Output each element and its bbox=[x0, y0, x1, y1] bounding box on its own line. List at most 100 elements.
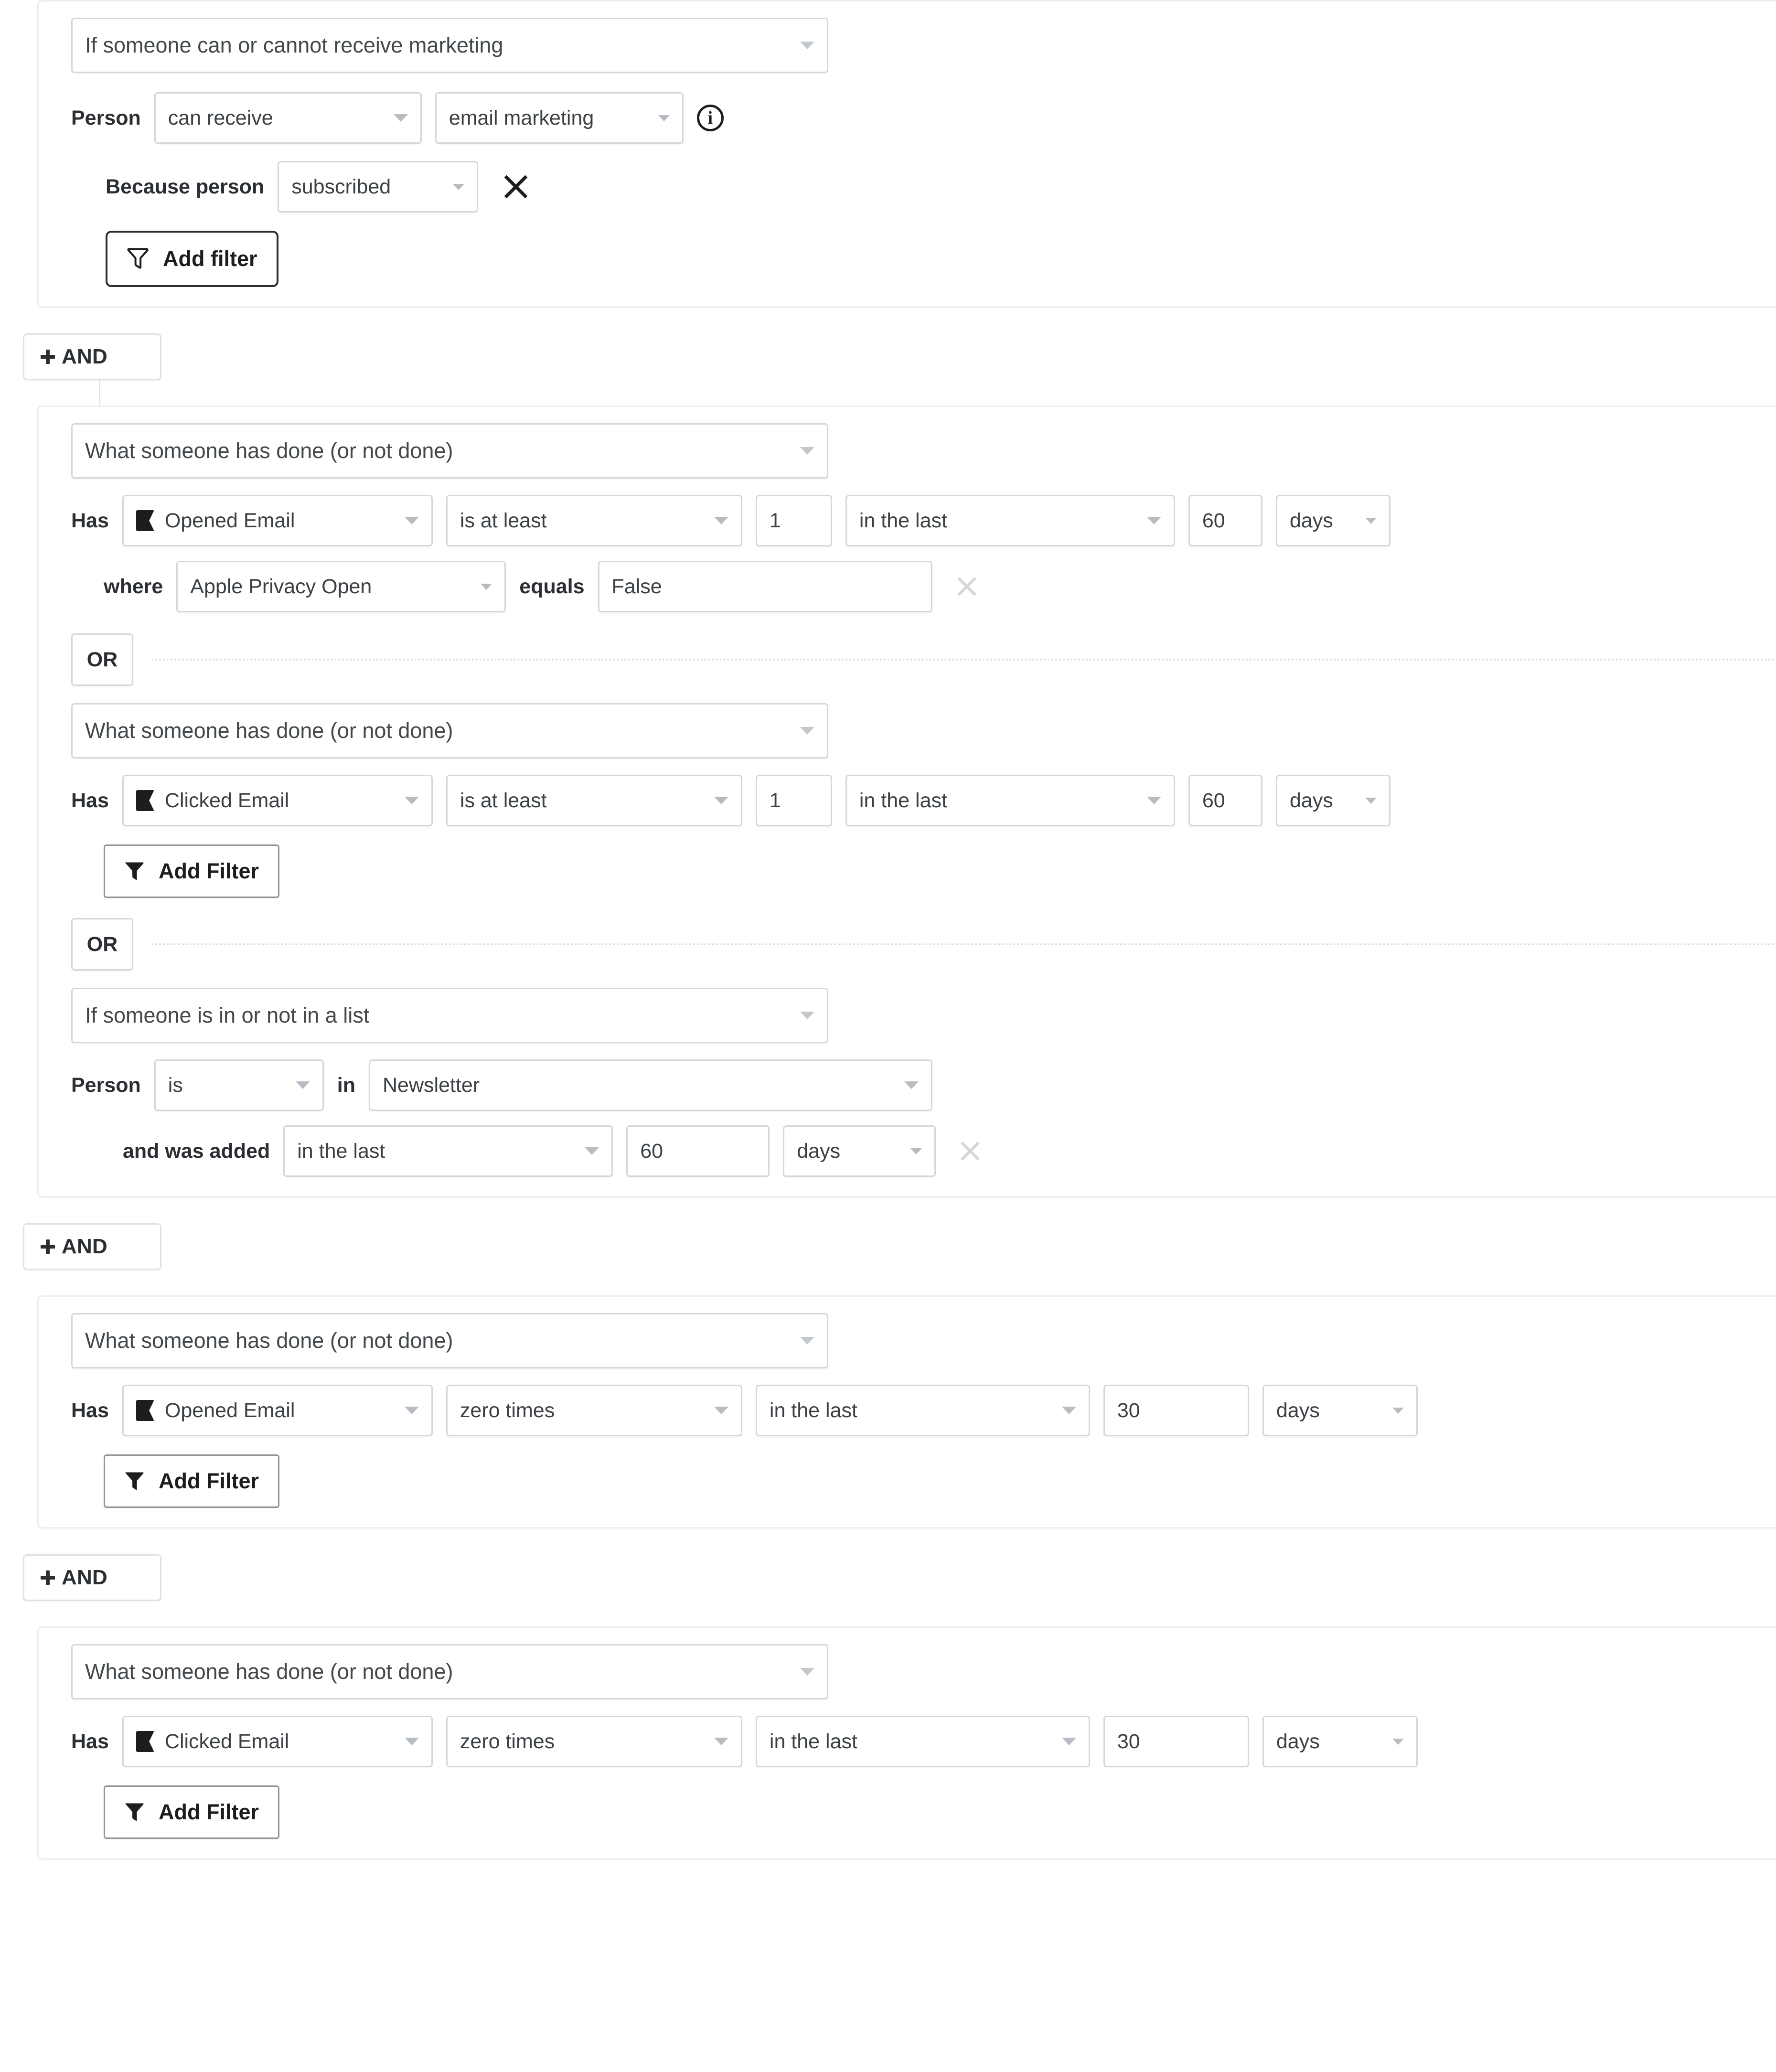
membership-select[interactable]: is bbox=[154, 1059, 324, 1111]
list-timeframe-select[interactable]: in the last bbox=[283, 1125, 613, 1177]
funnel-solid-icon bbox=[125, 862, 144, 880]
person-label: Person bbox=[71, 106, 141, 129]
timeframe-number-input-2[interactable]: 30 bbox=[1103, 1385, 1249, 1436]
operator-select-1a[interactable]: is at least bbox=[446, 495, 742, 546]
condition-type-select-1b[interactable]: What someone has done (or not done) bbox=[71, 703, 828, 758]
condition-type-select-3[interactable]: What someone has done (or not done) bbox=[71, 1644, 828, 1699]
chevron-down-icon bbox=[800, 1337, 814, 1345]
add-filter-button-group-0[interactable]: Add filter bbox=[106, 231, 278, 287]
funnel-solid-icon bbox=[125, 1472, 144, 1490]
condition-group-no-opens: What someone has done (or not done) Has … bbox=[37, 1295, 1776, 1528]
count-input-1a[interactable]: 1 bbox=[755, 495, 832, 546]
count-input-1b[interactable]: 1 bbox=[755, 775, 832, 826]
because-row: Because person subscribed bbox=[71, 161, 1776, 213]
flag-icon bbox=[136, 790, 154, 811]
or-label-1: OR bbox=[86, 648, 118, 671]
list-timeframe-unit-select[interactable]: days bbox=[783, 1125, 936, 1177]
plus-icon bbox=[41, 1570, 55, 1585]
timeframe-select-1b[interactable]: in the last bbox=[845, 775, 1175, 826]
add-filter-button-2[interactable]: Add Filter bbox=[104, 1454, 279, 1508]
timeframe-unit-select-1a[interactable]: days bbox=[1275, 495, 1391, 546]
info-icon[interactable]: i bbox=[696, 105, 724, 131]
timeframe-number-value-1b: 60 bbox=[1202, 789, 1225, 812]
metric-select-2[interactable]: Opened Email bbox=[122, 1385, 433, 1436]
person-label-1c: Person bbox=[71, 1073, 141, 1097]
condition-type-select-1a[interactable]: What someone has done (or not done) bbox=[71, 423, 828, 479]
flag-icon bbox=[136, 1731, 154, 1752]
chevron-down-icon bbox=[800, 1668, 814, 1676]
add-filter-button-3[interactable]: Add Filter bbox=[104, 1785, 279, 1839]
condition-type-select-0[interactable]: If someone can or cannot receive marketi… bbox=[71, 18, 828, 73]
operator-select-1b[interactable]: is at least bbox=[446, 775, 742, 826]
list-timeframe-number-input[interactable]: 60 bbox=[626, 1125, 770, 1177]
property-filter-row-1a: where Apple Privacy Open equals False bbox=[71, 561, 1776, 612]
metric-select-1a[interactable]: Opened Email bbox=[122, 495, 433, 546]
or-label-2: OR bbox=[86, 932, 118, 956]
condition-type-select-2[interactable]: What someone has done (or not done) bbox=[71, 1313, 828, 1368]
timeframe-unit-select-2[interactable]: days bbox=[1262, 1385, 1418, 1436]
timeframe-number-input-1b[interactable]: 60 bbox=[1188, 775, 1262, 826]
flag-icon bbox=[136, 1400, 154, 1421]
consent-reason-select[interactable]: subscribed bbox=[278, 161, 479, 213]
condition-type-select-1c[interactable]: If someone is in or not in a list bbox=[71, 988, 828, 1043]
chevron-down-icon bbox=[714, 517, 728, 524]
metric-select-3[interactable]: Clicked Email bbox=[122, 1716, 433, 1767]
remove-because-row-button[interactable] bbox=[499, 170, 533, 203]
timeframe-select-1a[interactable]: in the last bbox=[845, 495, 1175, 546]
timeframe-number-input-1a[interactable]: 60 bbox=[1188, 495, 1262, 546]
add-filter-button-1b[interactable]: Add Filter bbox=[104, 844, 279, 898]
chevron-down-icon bbox=[1365, 517, 1377, 524]
or-separator-2: OR bbox=[71, 918, 1776, 971]
add-filter-label-group-0: Add filter bbox=[163, 246, 257, 271]
timeframe-select-2[interactable]: in the last bbox=[755, 1385, 1090, 1436]
timeframe-unit-select-3[interactable]: days bbox=[1262, 1716, 1418, 1767]
consent-state-value: can receive bbox=[168, 106, 273, 129]
chevron-down-icon bbox=[1061, 1738, 1076, 1745]
plus-icon bbox=[41, 1239, 55, 1254]
remove-list-timeframe-button[interactable] bbox=[957, 1138, 984, 1164]
property-value-1a: Apple Privacy Open bbox=[190, 575, 372, 598]
consent-channel-select[interactable]: email marketing bbox=[435, 92, 684, 144]
chevron-down-icon bbox=[295, 1081, 310, 1089]
chevron-down-icon bbox=[1392, 1407, 1404, 1414]
chevron-down-icon bbox=[453, 183, 465, 190]
chevron-down-icon bbox=[393, 114, 408, 122]
funnel-outline-icon bbox=[127, 248, 149, 269]
timeframe-unit-value-2: days bbox=[1276, 1399, 1320, 1422]
operator-value-1b: is at least bbox=[460, 789, 547, 812]
timeframe-unit-value-1b: days bbox=[1289, 789, 1333, 812]
timeframe-unit-value-3: days bbox=[1276, 1730, 1320, 1753]
timeframe-value-2: in the last bbox=[769, 1399, 857, 1422]
and-connector-3: AND bbox=[0, 1528, 1776, 1626]
add-filter-label-1b: Add Filter bbox=[159, 859, 259, 883]
plus-icon bbox=[41, 350, 55, 364]
metric-select-1b[interactable]: Clicked Email bbox=[122, 775, 433, 826]
timeframe-unit-select-1b[interactable]: days bbox=[1275, 775, 1391, 826]
add-and-condition-button-2[interactable]: AND bbox=[23, 1223, 161, 1270]
because-person-label: Because person bbox=[106, 175, 265, 198]
chevron-down-icon bbox=[904, 1081, 919, 1089]
operator-select-3[interactable]: zero times bbox=[446, 1716, 742, 1767]
and-label-1: AND bbox=[62, 345, 107, 368]
or-toggle-button-1[interactable]: OR bbox=[71, 633, 133, 686]
timeframe-number-input-3[interactable]: 30 bbox=[1103, 1716, 1249, 1767]
operator-select-2[interactable]: zero times bbox=[446, 1385, 742, 1436]
add-and-condition-button-1[interactable]: AND bbox=[23, 333, 161, 380]
chevron-down-icon bbox=[481, 583, 492, 590]
list-select[interactable]: Newsletter bbox=[369, 1059, 932, 1111]
condition-type-value-1a: What someone has done (or not done) bbox=[85, 438, 453, 463]
remove-property-filter-button-1a[interactable] bbox=[953, 573, 980, 600]
chevron-down-icon bbox=[714, 1407, 728, 1414]
condition-type-value-1c: If someone is in or not in a list bbox=[85, 1003, 370, 1027]
consent-state-select[interactable]: can receive bbox=[154, 92, 422, 144]
and-connector-1: AND bbox=[0, 308, 1776, 406]
timeframe-select-3[interactable]: in the last bbox=[755, 1716, 1090, 1767]
add-and-condition-button-3[interactable]: AND bbox=[23, 1554, 161, 1601]
property-select-1a[interactable]: Apple Privacy Open bbox=[176, 561, 506, 612]
where-label-1a: where bbox=[104, 575, 163, 598]
property-value-input-1a[interactable]: False bbox=[598, 561, 932, 612]
count-value-1a: 1 bbox=[769, 509, 781, 532]
segment-condition-builder: If someone can or cannot receive marketi… bbox=[0, 0, 1776, 1859]
or-toggle-button-2[interactable]: OR bbox=[71, 918, 133, 971]
list-membership-row: Person is in Newsletter bbox=[71, 1059, 1776, 1111]
